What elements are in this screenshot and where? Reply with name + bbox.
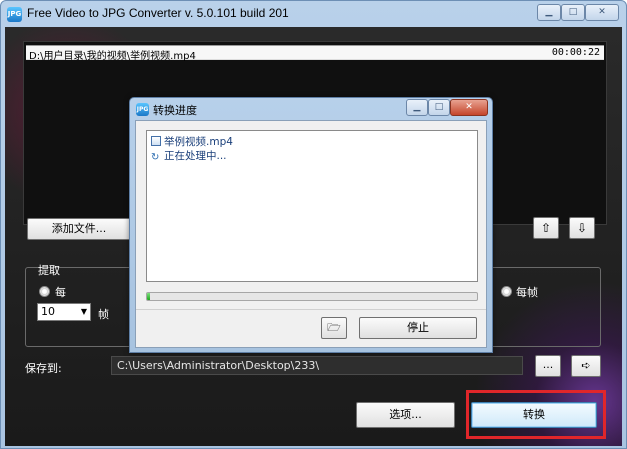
maximize-button[interactable]: □	[561, 4, 585, 21]
task-status-row: ↻ 正在处理中...	[151, 148, 227, 163]
stop-button[interactable]: 停止	[359, 317, 477, 339]
file-duration: 00:00:22	[551, 47, 600, 58]
video-file-icon	[151, 136, 161, 146]
main-window: JPG Free Video to JPG Converter v. 5.0.1…	[0, 0, 627, 449]
task-file-name: 举例视频.mp4	[164, 136, 233, 148]
dialog-app-icon: JPG	[136, 103, 149, 116]
add-files-button[interactable]: 添加文件...	[27, 218, 131, 240]
window-title: Free Video to JPG Converter v. 5.0.101 b…	[27, 6, 289, 20]
task-status-text: 正在处理中...	[164, 150, 227, 162]
every-n-label: 每	[55, 286, 66, 299]
convert-button[interactable]: 转换	[471, 402, 597, 428]
move-up-icon[interactable]: ⇧	[533, 217, 559, 239]
title-bar[interactable]: JPG Free Video to JPG Converter v. 5.0.1…	[1, 1, 626, 27]
close-button[interactable]: ✕	[585, 4, 619, 21]
every-frame-radio[interactable]	[501, 286, 512, 297]
interval-select[interactable]: 10 ▼	[37, 303, 91, 321]
move-down-icon[interactable]: ⇩	[569, 217, 595, 239]
dialog-divider	[136, 309, 486, 310]
folder-icon[interactable]: 🗁	[321, 317, 347, 339]
file-path: D:\用户目录\我的视频\举例视频.mp4	[29, 51, 196, 62]
dialog-maximize-button[interactable]: □	[428, 99, 450, 116]
open-folder-icon[interactable]: ➪	[571, 355, 601, 377]
task-list: 举例视频.mp4 ↻ 正在处理中...	[146, 130, 478, 282]
extract-group-label: 提取	[38, 264, 60, 277]
browse-button[interactable]: ...	[535, 355, 561, 377]
dialog-title: 转换进度	[153, 104, 197, 117]
progress-fill	[147, 293, 151, 300]
save-to-label: 保存到:	[25, 362, 62, 375]
progress-bar	[146, 292, 478, 301]
minimize-button[interactable]: ▁	[537, 4, 561, 21]
dialog-minimize-button[interactable]: ▁	[406, 99, 428, 116]
progress-dialog: JPG 转换进度 ▁ □ ✕ 举例视频.mp4 ↻ 正在处理中... 🗁 停止	[129, 97, 493, 353]
every-frame-label: 每帧	[516, 286, 538, 299]
task-file-row: 举例视频.mp4	[151, 134, 233, 149]
interval-value: 10	[41, 305, 55, 318]
dialog-close-button[interactable]: ✕	[450, 99, 488, 116]
options-button[interactable]: 选项...	[356, 402, 455, 428]
dialog-body: 举例视频.mp4 ↻ 正在处理中... 🗁 停止	[135, 120, 487, 348]
file-list-item[interactable]: D:\用户目录\我的视频\举例视频.mp4 00:00:22	[26, 45, 604, 62]
every-n-radio[interactable]	[39, 286, 50, 297]
save-path-field[interactable]: C:\Users\Administrator\Desktop\233\	[111, 356, 523, 375]
app-icon: JPG	[7, 7, 22, 22]
chevron-down-icon: ▼	[80, 307, 87, 316]
interval-unit-label: 帧	[98, 308, 109, 321]
processing-icon: ↻	[151, 152, 160, 163]
